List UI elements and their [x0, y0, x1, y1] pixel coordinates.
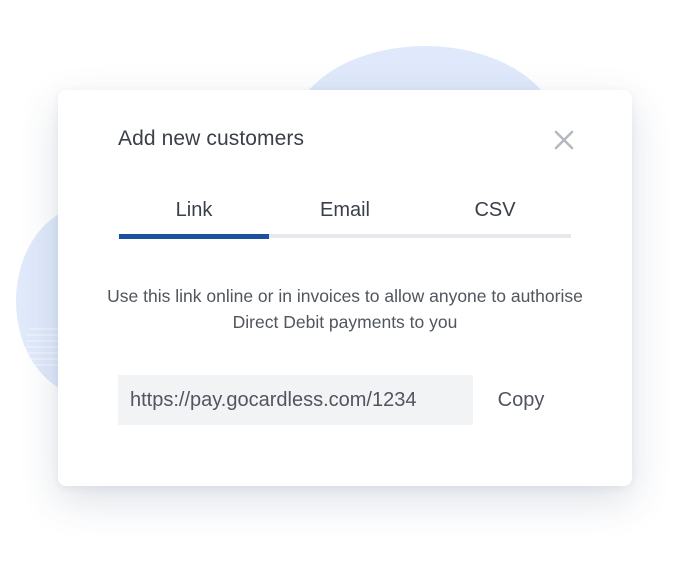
add-customers-modal: Add new customers Link Email CSV Use thi… [58, 90, 632, 486]
tab-csv[interactable]: CSV [420, 194, 570, 234]
tab-link[interactable]: Link [119, 194, 269, 234]
active-tab-indicator [119, 234, 269, 239]
link-description: Use this link online or in invoices to a… [107, 286, 583, 332]
page-background: Add new customers Link Email CSV Use thi… [0, 0, 680, 580]
tab-bar: Link Email CSV [119, 194, 571, 240]
modal-title: Add new customers [118, 127, 305, 150]
copy-button[interactable]: Copy [473, 375, 569, 425]
tab-email[interactable]: Email [270, 194, 420, 234]
payment-link-field[interactable] [118, 375, 473, 425]
close-icon [554, 130, 574, 150]
close-button[interactable] [550, 126, 578, 154]
